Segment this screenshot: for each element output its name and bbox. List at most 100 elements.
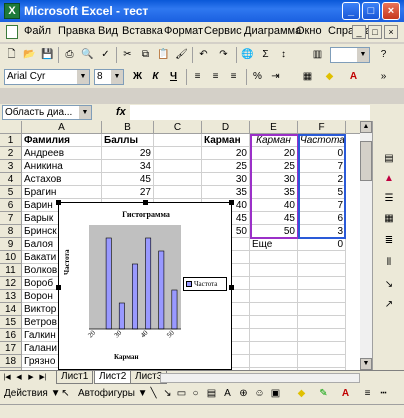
font-name-combo[interactable]: Arial Cyr ▼ xyxy=(4,69,90,85)
cell-F13[interactable] xyxy=(298,290,346,303)
row-header[interactable]: 9 xyxy=(0,238,22,251)
cell-A3[interactable]: Аникина xyxy=(22,160,102,173)
formula-input[interactable] xyxy=(130,105,370,120)
by-column-icon[interactable]: ⦀ xyxy=(381,255,397,271)
borders-icon[interactable]: ▦ xyxy=(300,69,315,84)
tab-sheet2[interactable]: Лист2 xyxy=(94,371,132,384)
rectangle-icon[interactable]: ▭ xyxy=(174,386,189,401)
row-header[interactable]: 5 xyxy=(0,186,22,199)
paste-icon[interactable]: 📋 xyxy=(156,47,171,62)
angle-text-down-icon[interactable]: ↘ xyxy=(381,277,397,293)
row-header[interactable]: 17 xyxy=(0,342,22,355)
column-header[interactable]: F xyxy=(298,121,346,134)
cell-F1[interactable]: Частота xyxy=(298,134,346,147)
row-header[interactable]: 8 xyxy=(0,225,22,238)
cell-B3[interactable]: 34 xyxy=(102,160,154,173)
menu-edit[interactable]: Правка xyxy=(58,25,95,37)
cell-E3[interactable]: 25 xyxy=(250,160,298,173)
histogram-chart[interactable]: Гистограмма Частота 20 30 40 50 Карман Част… xyxy=(56,200,234,370)
excel-app-icon[interactable]: X xyxy=(4,3,20,19)
cell-E18[interactable] xyxy=(250,355,298,368)
line-style-icon[interactable]: ≡ xyxy=(360,386,375,401)
row-header[interactable]: 16 xyxy=(0,329,22,342)
cell-F5[interactable]: 5 xyxy=(298,186,346,199)
cell-A5[interactable]: Брагин xyxy=(22,186,102,199)
next-sheet-icon[interactable]: ▶ xyxy=(26,372,36,384)
cell-F14[interactable] xyxy=(298,303,346,316)
cell-C5[interactable] xyxy=(154,186,202,199)
cell-F3[interactable]: 7 xyxy=(298,160,346,173)
row-header[interactable]: 6 xyxy=(0,199,22,212)
cell-F18[interactable] xyxy=(298,355,346,368)
row-header[interactable]: 12 xyxy=(0,277,22,290)
sort-icon[interactable]: ↕ xyxy=(276,47,291,62)
fill-color-icon[interactable]: ◆ xyxy=(322,69,337,84)
column-header[interactable]: C xyxy=(154,121,202,134)
cell-B1[interactable]: Баллы xyxy=(102,134,154,147)
select-all-corner[interactable] xyxy=(0,121,22,134)
by-row-icon[interactable]: ≣ xyxy=(381,233,397,249)
picture-icon[interactable]: ▣ xyxy=(268,386,283,401)
wordart-icon[interactable]: A xyxy=(220,386,235,401)
histogram-bar[interactable] xyxy=(105,237,112,330)
row-header[interactable]: 11 xyxy=(0,264,22,277)
print-icon[interactable]: ⎙ xyxy=(62,47,77,62)
prev-sheet-icon[interactable]: ◀ xyxy=(14,372,24,384)
cell-E15[interactable] xyxy=(250,316,298,329)
italic-button[interactable]: К xyxy=(148,69,163,84)
cell-F8[interactable]: 3 xyxy=(298,225,346,238)
cell-F6[interactable]: 7 xyxy=(298,199,346,212)
cell-A4[interactable]: Астахов xyxy=(22,173,102,186)
tab-sheet1[interactable]: Лист1 xyxy=(56,371,94,384)
cell-C4[interactable] xyxy=(154,173,202,186)
autosum-icon[interactable]: Σ xyxy=(258,47,273,62)
format-painter-icon[interactable]: 🖌 xyxy=(174,47,189,62)
cell-A2[interactable]: Андреев xyxy=(22,147,102,160)
clipart-icon[interactable]: ☺ xyxy=(252,386,267,401)
save-icon[interactable]: 💾 xyxy=(40,47,55,62)
cell-E8[interactable]: 50 xyxy=(250,225,298,238)
align-right-icon[interactable]: ≡ xyxy=(226,69,241,84)
cell-D4[interactable]: 30 xyxy=(202,173,250,186)
last-sheet-icon[interactable]: ▶| xyxy=(38,372,48,384)
row-header[interactable]: 15 xyxy=(0,316,22,329)
menu-format[interactable]: Формат xyxy=(164,25,203,37)
row-header[interactable]: 7 xyxy=(0,212,22,225)
textbox-icon[interactable]: ▤ xyxy=(204,386,219,401)
cell-C1[interactable] xyxy=(154,134,202,147)
cell-C2[interactable] xyxy=(154,147,202,160)
column-header[interactable]: B xyxy=(102,121,154,134)
cell-E2[interactable]: 20 xyxy=(250,147,298,160)
close-button[interactable]: × xyxy=(382,2,400,20)
cut-icon[interactable]: ✂ xyxy=(120,47,135,62)
select-pointer-icon[interactable]: ↖ xyxy=(58,386,73,401)
histogram-bar[interactable] xyxy=(171,289,178,330)
cell-F9[interactable]: 0 xyxy=(298,238,346,251)
copy-icon[interactable]: ⧉ xyxy=(138,47,153,62)
arrow-icon[interactable]: ↘ xyxy=(160,386,175,401)
mdi-minimize-button[interactable]: _ xyxy=(352,25,366,39)
cell-D5[interactable]: 35 xyxy=(202,186,250,199)
cell-F2[interactable]: 0 xyxy=(298,147,346,160)
zoom-combo[interactable]: ▼ xyxy=(330,47,370,63)
help-icon[interactable]: ? xyxy=(376,47,391,62)
diagram-icon[interactable]: ⊕ xyxy=(236,386,251,401)
menu-tools[interactable]: Сервис xyxy=(204,25,242,37)
undo-icon[interactable]: ↶ xyxy=(196,47,211,62)
cell-E11[interactable] xyxy=(250,264,298,277)
chart-wizard-icon[interactable]: ▥ xyxy=(310,47,325,62)
redo-icon[interactable]: ↷ xyxy=(216,47,231,62)
cell-F17[interactable] xyxy=(298,342,346,355)
hyperlink-icon[interactable]: 🌐 xyxy=(240,47,255,62)
column-header[interactable]: D xyxy=(202,121,250,134)
menu-file[interactable]: Файл xyxy=(24,25,51,37)
new-document-icon[interactable]: 🗋 xyxy=(4,47,19,62)
cell-F15[interactable] xyxy=(298,316,346,329)
row-header[interactable]: 18 xyxy=(0,355,22,368)
cell-F16[interactable] xyxy=(298,329,346,342)
cell-B5[interactable]: 27 xyxy=(102,186,154,199)
vertical-scrollbar[interactable]: ▲ ▼ xyxy=(360,121,372,370)
open-folder-icon[interactable]: 📂 xyxy=(22,47,37,62)
actions-menu[interactable]: Действия ▼ xyxy=(4,388,61,399)
font-size-combo[interactable]: 8 ▼ xyxy=(94,69,124,85)
